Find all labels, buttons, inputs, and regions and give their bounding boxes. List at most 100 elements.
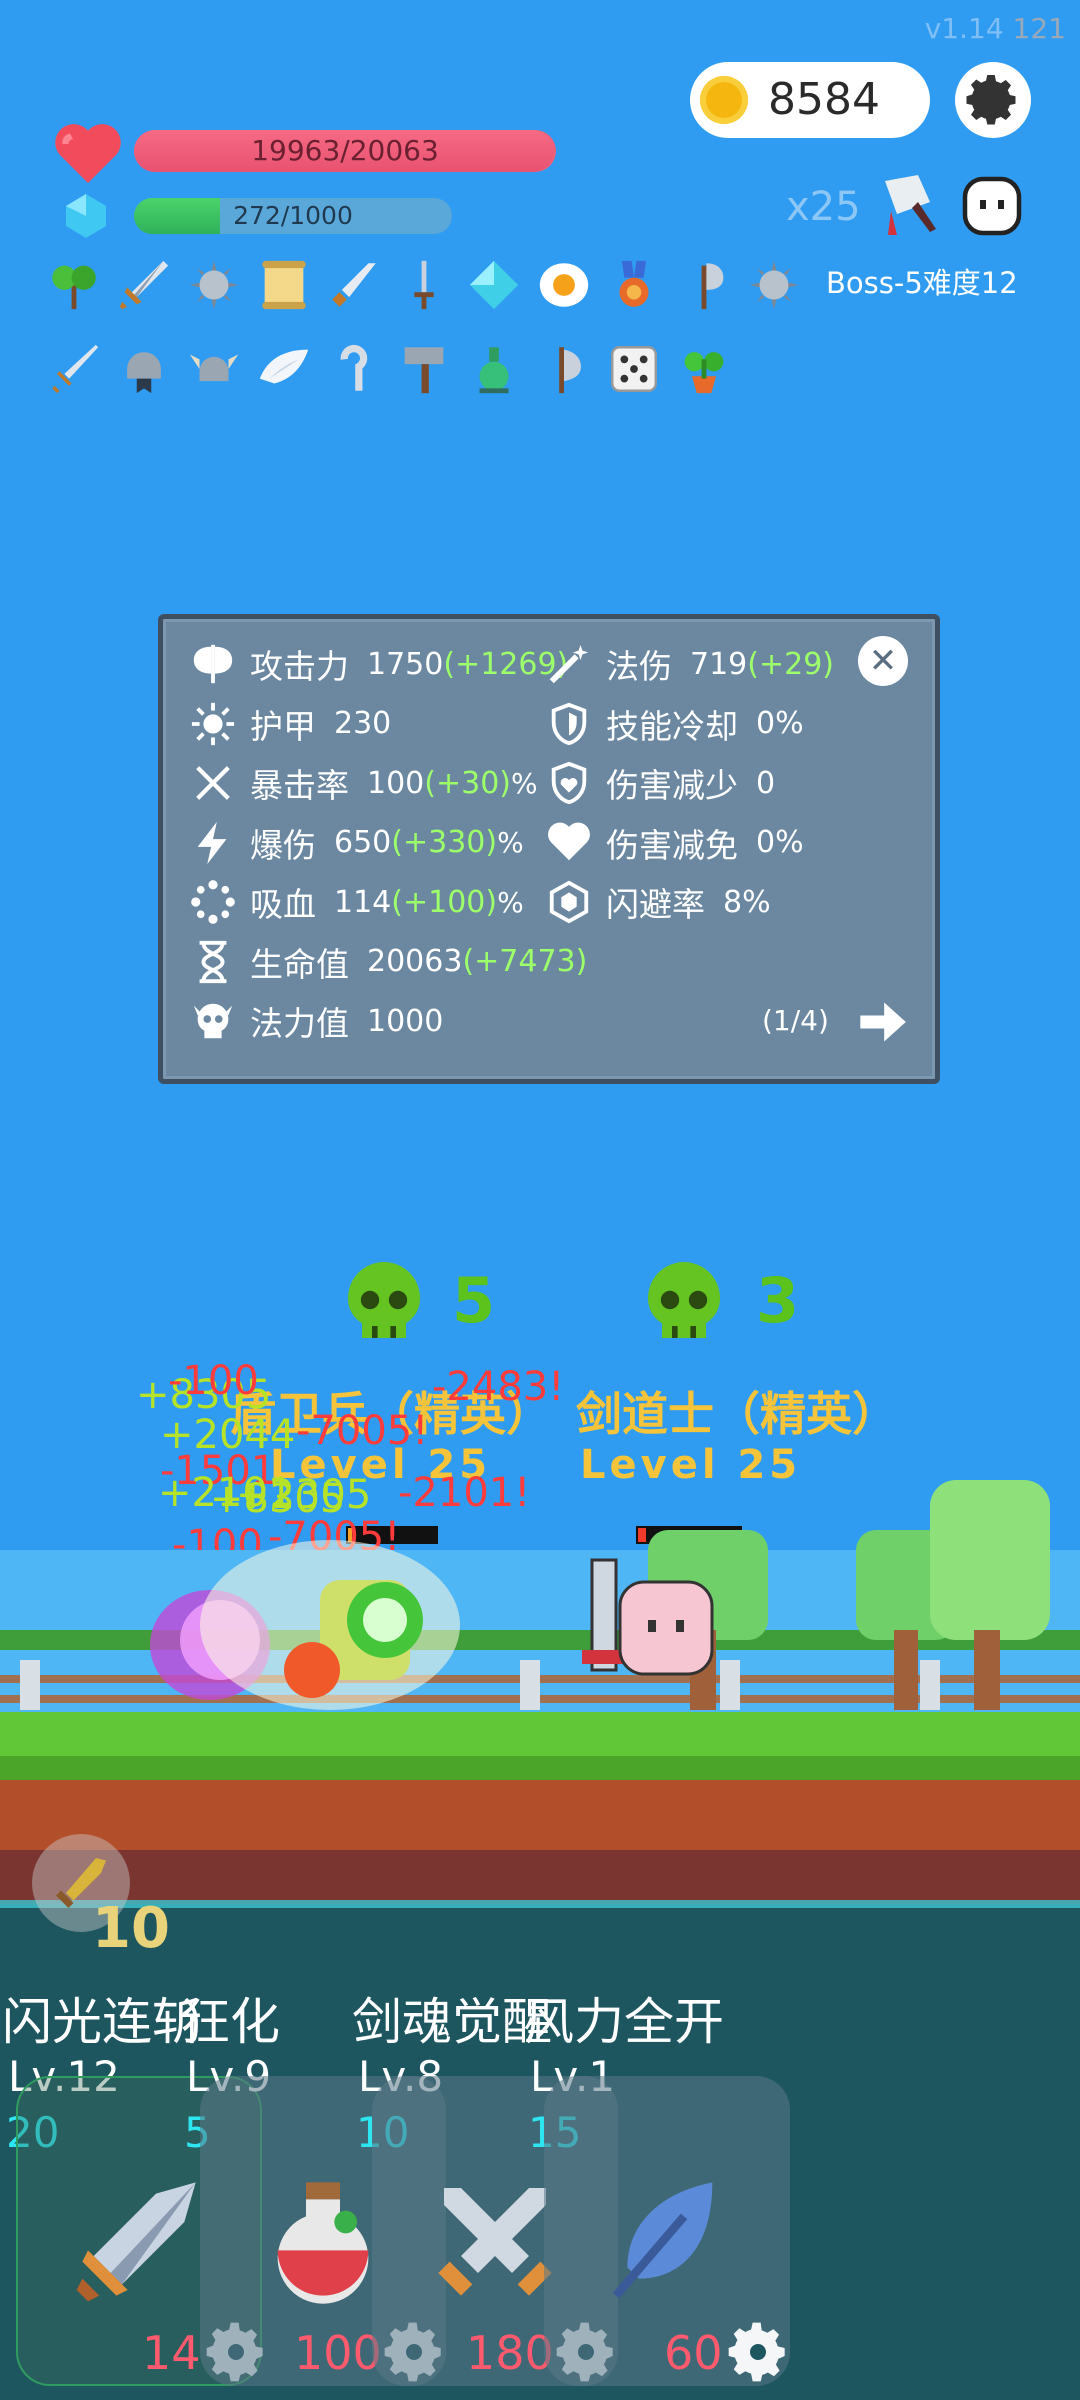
dagger-icon [332,263,376,307]
damage-number: -100 [168,1358,259,1404]
stat-row: 法伤 719 (+29) [546,640,834,688]
equipment-slot[interactable] [44,252,104,318]
lightning-icon [197,821,227,864]
stat-row: 生命值 20063 (+7473) [190,938,587,986]
stat-value: 100 [367,765,425,801]
stat-name: 伤害减免 [606,825,738,865]
sword-icon [76,2182,196,2302]
skill-gear-button[interactable] [726,2320,790,2384]
skill-name: 狂化 [180,1993,280,2051]
hexagon-icon [549,880,589,924]
enemy-2-skull-count: 3 [756,1264,800,1337]
skill-cooldown: 180 [466,2326,554,2380]
stat-name: 法力值 [250,1004,349,1043]
speed-multiplier[interactable]: x25 [786,184,861,230]
skill-name: 风力全开 [524,1993,724,2051]
skill-points: 10 [92,1896,170,1961]
stat-name: 技能冷却 [606,706,738,746]
stat-name: 暴击率 [250,766,349,805]
equipment-slot[interactable] [604,252,664,318]
equipment-slot[interactable] [674,336,734,402]
hourglass-icon [199,940,227,983]
enemy-2-name: 剑道士（精英） [576,1387,898,1441]
settings-button[interactable] [955,62,1031,138]
stat-bonus: (+100) [391,884,498,920]
mana-crystal-icon [66,194,106,238]
equipment-slot[interactable] [114,252,174,318]
equipment-slot[interactable] [254,336,314,402]
heart-shield-icon [551,761,587,805]
coin-icon [700,76,748,124]
damage-number: -7005! [296,1408,429,1454]
wand-icon [549,644,589,684]
equipment-slot[interactable] [394,252,454,318]
skull-icon [648,1262,720,1338]
close-icon: ✕ [868,641,898,681]
version-label: v1.14 121 [924,12,1066,45]
viking-helmet-icon [189,354,239,382]
stat-row: 闪避率 8% [546,878,771,926]
gear-icon [966,75,1016,125]
next-page-arrow-icon[interactable] [856,998,908,1046]
short-blade-icon [414,260,434,310]
stat-suffix: % [497,885,524,919]
sword-icon [119,260,169,310]
equipment-slot[interactable] [674,252,734,318]
stat-name: 攻击力 [250,647,349,686]
stat-row: 攻击力 1750 (+1269) [190,640,568,688]
stat-row: 伤害减免 0% [546,819,804,867]
stat-row: 吸血 114 (+100)% [190,878,524,926]
cleaver-icon[interactable] [876,168,948,248]
equipment-slot[interactable] [254,252,314,318]
stat-row: 伤害减少 0 [546,759,775,807]
stat-value: 20063 [367,944,463,979]
skill-cooldown: 100 [294,2326,382,2380]
crossed-swords-icon [438,2188,552,2296]
stat-suffix: % [497,826,524,859]
stat-bonus: (+30) [424,765,511,801]
equipment-slot[interactable] [534,252,594,318]
crossed-swords-icon [196,766,230,800]
equipment-slot[interactable] [604,336,664,402]
stat-name: 护甲 [250,706,316,746]
ground-grass-edge [0,1756,1080,1780]
close-stats-button[interactable]: ✕ [858,636,908,686]
helmet-medal-icon [127,352,161,394]
stat-row: 护甲 230 [190,700,391,748]
shield-icon [551,702,587,745]
ghost-icon[interactable] [956,170,1028,242]
equipment-slot[interactable] [324,252,384,318]
equipment-slot[interactable] [114,336,174,402]
battle-scene [0,1480,1080,1720]
equipment-slot[interactable] [394,336,454,402]
equipment-slot[interactable] [44,336,104,402]
equipment-slot[interactable] [184,336,244,402]
skull-icon [193,1003,233,1039]
sapling-icon [52,265,96,310]
equipment-slot[interactable] [744,252,804,318]
stat-value: 230 [334,706,392,741]
stat-row: 法力值 1000 [190,997,443,1045]
hp-text: 19963/20063 [251,134,439,167]
equipment-slot[interactable] [534,336,594,402]
stat-value: 0 [756,765,776,801]
stat-bonus: (+7473) [462,944,588,979]
skill-name: 剑魂觉醒 [352,1993,552,2051]
stat-suffix: % [510,766,538,800]
feather-icon [612,2182,713,2299]
stat-value: 1000 [367,1003,444,1039]
spiked-mace-icon [189,260,239,310]
sun-icon [191,702,235,745]
equipment-slot[interactable] [464,252,524,318]
hammer-icon [404,347,444,394]
potted-plant-icon [684,352,724,394]
stat-value: 0% [756,825,804,860]
stat-value: 1750 [367,646,444,682]
equipment-slot[interactable] [184,252,244,318]
potion-flask-icon [479,347,509,394]
wing-icon [259,349,309,384]
stat-value: 8% [723,884,771,920]
equipment-slot[interactable] [324,336,384,402]
coin-value: 8584 [768,74,880,125]
equipment-slot[interactable] [464,336,524,402]
